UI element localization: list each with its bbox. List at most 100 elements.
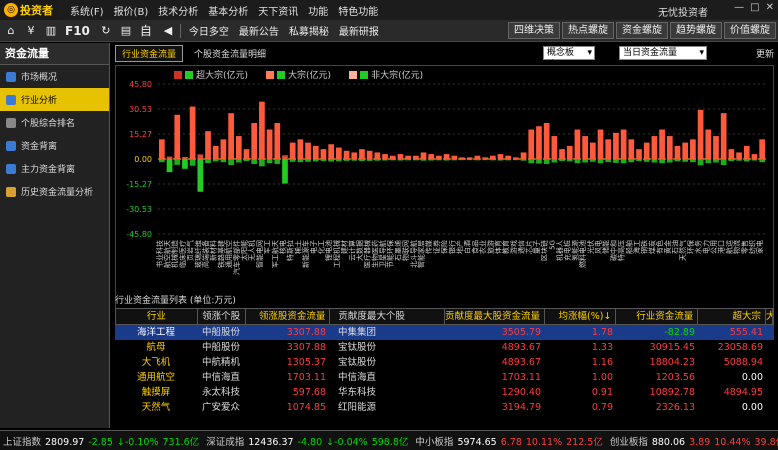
bar[interactable] [574, 129, 581, 159]
toolbar-right-button-4[interactable]: 价值螺旋 [724, 22, 776, 39]
bar[interactable] [674, 145, 681, 159]
toolbar-right-button-0[interactable]: 四维决策 [508, 22, 560, 39]
table-row[interactable]: 大飞机 中航精机 1305.37 宝钛股份 4893.67 1.16 18804.23 508… [115, 355, 774, 370]
bar[interactable] [736, 152, 742, 159]
menu-item-0[interactable]: 系统(F) [65, 3, 109, 18]
sidebar-item-4[interactable]: 主力资金背离 [0, 157, 109, 180]
bar[interactable] [197, 159, 204, 192]
bar[interactable] [566, 145, 573, 159]
bar[interactable] [405, 155, 411, 159]
sidebar-item-2[interactable]: 个股综合排名 [0, 111, 109, 134]
bar[interactable] [159, 139, 165, 159]
bar[interactable] [759, 139, 765, 159]
bar[interactable] [251, 122, 258, 159]
flow-select[interactable]: 当日资金流量 [619, 46, 707, 60]
window-icon[interactable]: ▤ [117, 22, 135, 40]
menu-item-4[interactable]: 天下资讯 [253, 3, 303, 18]
menu-item-3[interactable]: 基本分析 [203, 3, 253, 18]
bar[interactable] [613, 132, 619, 159]
bar[interactable] [297, 139, 304, 159]
menu-item-1[interactable]: 报价(B) [109, 3, 154, 18]
sidebar-item-5[interactable]: 历史资金流量分析 [0, 180, 109, 203]
yuan-icon[interactable]: ¥ [22, 22, 40, 40]
menu-item-2[interactable]: 技术分析 [153, 3, 203, 18]
bar[interactable] [666, 136, 673, 159]
bar[interactable] [536, 126, 542, 159]
bar[interactable] [205, 131, 211, 159]
bar[interactable] [443, 154, 450, 159]
bar[interactable] [497, 154, 504, 159]
bar[interactable] [520, 152, 527, 159]
bar[interactable] [466, 157, 473, 159]
bar[interactable] [212, 145, 219, 159]
bar[interactable] [482, 157, 488, 159]
status-index-2[interactable]: 中小板指 5974.65 6.78 10.11% 212.5亿 [412, 434, 606, 448]
bar[interactable] [389, 155, 396, 159]
bar[interactable] [697, 109, 704, 159]
maximize-icon[interactable]: □ [750, 2, 759, 13]
bar[interactable] [382, 154, 388, 159]
table-row[interactable]: 通用航空 中信海直 1703.11 中信海直 1703.11 1.00 1203.56 0.0… [115, 370, 774, 385]
menu-item-5[interactable]: 功能 [303, 3, 333, 18]
bar[interactable] [320, 149, 327, 159]
sidebar-item-1[interactable]: 行业分析 [0, 88, 109, 111]
bar[interactable] [643, 142, 650, 159]
toolbar-right-button-3[interactable]: 趋势螺旋 [670, 22, 722, 39]
column-header-1[interactable]: 领涨个股 [198, 309, 246, 324]
bar[interactable] [659, 129, 665, 159]
bar[interactable] [628, 139, 635, 159]
bar[interactable] [651, 136, 658, 159]
bar[interactable] [505, 155, 512, 159]
table-row[interactable]: 海洋工程 中船股份 3307.88 中集集团 3505.79 1.78 -82.89 555.… [115, 325, 774, 340]
bar[interactable] [359, 149, 365, 159]
column-header-0[interactable]: 行业 [116, 309, 198, 324]
bar[interactable] [412, 155, 419, 159]
bar[interactable] [597, 129, 604, 159]
table-row[interactable]: 天然气 广安爱众 1074.85 红阳能源 3194.79 0.79 2326.13 0.00 [115, 400, 774, 415]
bar[interactable] [189, 106, 196, 159]
bar[interactable] [328, 144, 335, 159]
refresh-button[interactable]: 更新 [756, 47, 774, 60]
bar[interactable] [336, 147, 342, 159]
bar[interactable] [489, 155, 496, 159]
bar[interactable] [474, 155, 481, 159]
toolbar-link-2[interactable]: 私募揭秘 [284, 23, 334, 38]
bar[interactable] [605, 139, 612, 159]
menu-item-6[interactable]: 特色功能 [333, 3, 383, 18]
auto-button[interactable]: 自 [135, 22, 157, 39]
minimize-icon[interactable]: — [734, 2, 744, 13]
bar[interactable] [289, 142, 296, 159]
status-index-0[interactable]: 上证指数 2809.97 -2.85 ↓-0.10% 731.6亿 [0, 434, 203, 448]
bar[interactable] [559, 149, 565, 159]
bar[interactable] [451, 155, 458, 159]
bar[interactable] [705, 129, 712, 159]
bar[interactable] [166, 159, 173, 173]
bar[interactable] [182, 159, 188, 169]
bar[interactable] [636, 149, 642, 159]
bar[interactable] [305, 142, 311, 159]
toolbar-link-3[interactable]: 最新研报 [334, 23, 384, 38]
bar[interactable] [751, 154, 758, 159]
f10-button[interactable]: F10 [60, 24, 95, 38]
bar[interactable] [220, 139, 227, 159]
toolbar-right-button-1[interactable]: 热点螺旋 [562, 22, 614, 39]
board-select[interactable]: 概念板块 [543, 46, 595, 70]
bar[interactable] [543, 122, 550, 159]
tab-0[interactable]: 行业资金流量 [115, 44, 184, 62]
column-header-8[interactable]: 大 [766, 309, 773, 324]
bar[interactable] [420, 152, 427, 159]
bar[interactable] [235, 136, 242, 159]
refresh-icon[interactable]: ↻ [97, 22, 115, 40]
column-header-2[interactable]: 领涨股资金流量 [246, 309, 331, 324]
bar[interactable] [690, 139, 696, 159]
tab-1[interactable]: 个股资金流量明细 [187, 45, 273, 62]
table-row[interactable]: 触摸屏 永太科技 597.68 华东科技 1290.40 0.91 10892.78 4894… [115, 385, 774, 400]
bar[interactable] [174, 114, 181, 159]
bar[interactable] [343, 150, 350, 159]
bar[interactable] [620, 129, 627, 159]
status-index-1[interactable]: 深证成指 12436.37 -4.80 ↓-0.04% 598.8亿 [203, 434, 412, 448]
bar[interactable] [743, 145, 750, 159]
bar[interactable] [259, 101, 265, 159]
column-header-6[interactable]: 行业资金流量 [616, 309, 699, 324]
toolbar-right-button-2[interactable]: 资金螺旋 [616, 22, 668, 39]
